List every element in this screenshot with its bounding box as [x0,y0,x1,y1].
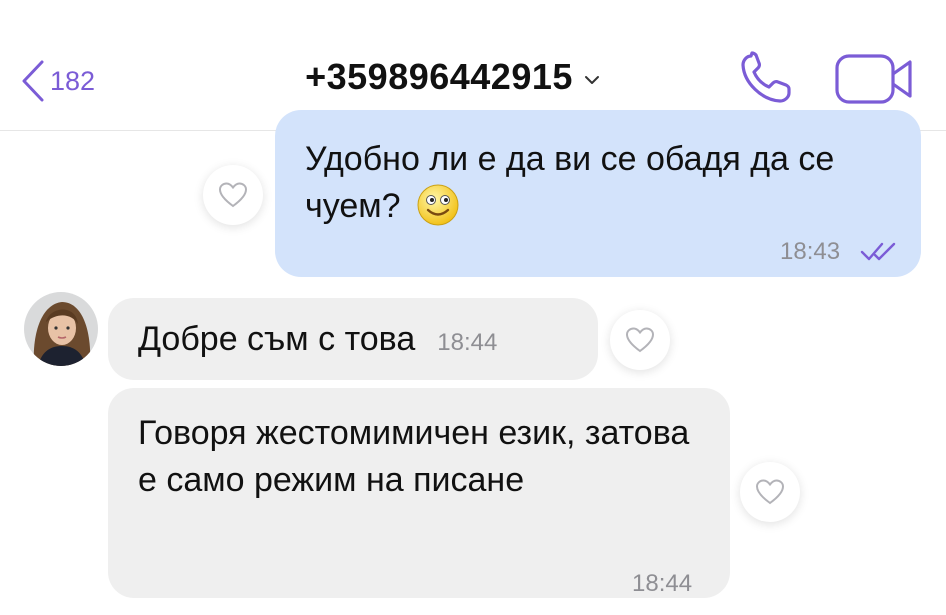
heart-icon [218,182,248,208]
incoming-message-bubble[interactable]: Говоря жестомимичен език, затова е само … [108,388,730,598]
message-time: 18:43 [780,238,841,265]
message-time: 18:44 [632,570,693,597]
like-button[interactable] [610,310,670,370]
message-text: Говоря жестомимичен език, затова е само … [138,414,690,499]
heart-icon [755,479,785,505]
like-button[interactable] [203,165,263,225]
message-time: 18:44 [437,329,498,356]
message-text: Удобно ли е да ви се обадя да се чуем? [305,136,905,230]
read-receipt-icon [860,242,896,261]
chevron-down-icon [584,76,599,84]
chevron-left-icon [22,60,44,102]
avatar-image [24,292,98,366]
message-text: Добре съм с това 18:44 [138,320,498,358]
avatar[interactable] [24,292,98,366]
phone-icon[interactable] [738,50,798,106]
unread-count: 182 [50,65,96,96]
back-button[interactable]: 182 [18,58,95,104]
video-camera-icon[interactable] [834,52,916,106]
like-button[interactable] [740,462,800,522]
contact-title-button[interactable]: +359896442915 [305,56,601,98]
heart-icon [625,327,655,353]
contact-name: +359896442915 [305,56,573,97]
smiling-face-emoji-icon [417,184,459,226]
incoming-message-bubble[interactable]: Добре съм с това 18:44 [108,298,598,380]
